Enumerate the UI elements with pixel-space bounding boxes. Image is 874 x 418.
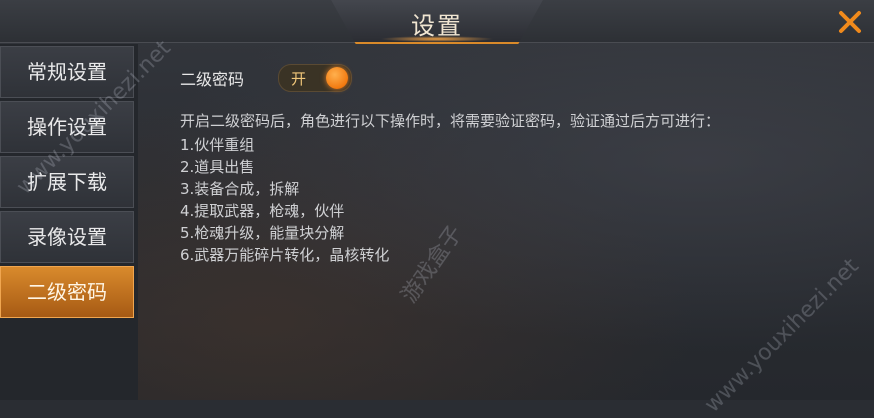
protected-operations-list: 1.伙伴重组 2.道具出售 3.装备合成，拆解 4.提取武器，枪魂，伙伴 5.枪… — [180, 134, 389, 266]
sidebar-item-recording[interactable]: 录像设置 — [0, 211, 134, 263]
secondary-password-toggle[interactable]: 开 — [278, 64, 352, 92]
list-item: 3.装备合成，拆解 — [180, 180, 300, 198]
header-bar: 设置 — [0, 0, 874, 44]
toggle-state-label: 开 — [291, 70, 307, 88]
description-text: 开启二级密码后，角色进行以下操作时，将需要验证密码，验证通过后方可进行： — [180, 112, 721, 130]
list-item: 2.道具出售 — [180, 158, 255, 176]
list-item: 1.伙伴重组 — [180, 136, 255, 154]
close-button[interactable] — [836, 8, 864, 36]
list-item: 5.枪魂升级，能量块分解 — [180, 224, 345, 242]
close-icon — [839, 11, 861, 33]
secondary-password-label: 二级密码 — [180, 70, 245, 89]
page-title: 设置 — [411, 12, 463, 40]
toggle-knob — [326, 67, 348, 89]
list-item: 4.提取武器，枪魂，伙伴 — [180, 202, 345, 220]
sidebar-item-secondary-password[interactable]: 二级密码 — [0, 266, 134, 318]
list-item: 6.武器万能碎片转化，晶核转化 — [180, 246, 390, 264]
